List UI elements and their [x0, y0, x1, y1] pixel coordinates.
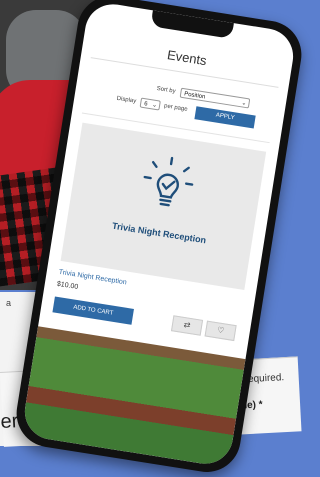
display-count-select[interactable]: 6 ⌄: [139, 97, 161, 111]
apply-button[interactable]: APPLY: [194, 106, 256, 129]
product-image-caption: Trivia Night Reception: [111, 220, 207, 246]
wishlist-button[interactable]: ♡: [204, 320, 237, 342]
sort-by-value: Position: [183, 91, 206, 101]
display-count-value: 6: [143, 101, 148, 108]
phone-notch: [150, 10, 234, 39]
next-product-image[interactable]: [20, 326, 246, 468]
heart-icon: ♡: [216, 325, 225, 336]
compare-icon: ⇄: [183, 320, 192, 330]
compare-button[interactable]: ⇄: [170, 315, 204, 336]
paper-left-snippet: a: [6, 298, 12, 308]
sort-by-select[interactable]: Position ⌄: [179, 87, 251, 109]
chevron-down-icon: ⌄: [240, 100, 247, 108]
product-image[interactable]: Trivia Night Reception: [60, 122, 267, 291]
chevron-down-icon: ⌄: [151, 102, 158, 110]
product-price: $10.00: [56, 280, 79, 291]
per-page-label: per page: [163, 103, 188, 113]
lightbulb-check-icon: [143, 156, 194, 207]
add-to-cart-button[interactable]: ADD TO CART: [52, 296, 134, 325]
sort-by-label: Sort by: [156, 85, 176, 95]
page-title: Events: [166, 47, 208, 69]
display-label: Display: [116, 95, 137, 105]
